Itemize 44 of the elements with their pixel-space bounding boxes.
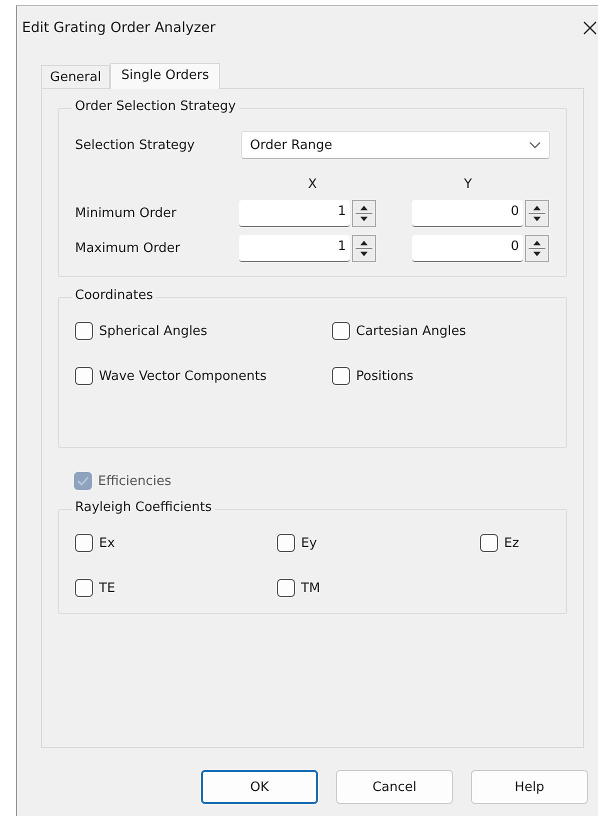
check-icon xyxy=(77,476,89,486)
strategy-dropdown[interactable]: Order Range xyxy=(241,131,550,159)
checkbox[interactable] xyxy=(480,534,498,552)
chevron-icon xyxy=(529,141,541,149)
field-label: Selection Strategy xyxy=(75,138,195,152)
checkbox-label: Ex xyxy=(99,536,115,550)
group-title: Order Selection Strategy xyxy=(72,99,239,114)
number-field[interactable]: 1 xyxy=(239,235,350,262)
checkbox[interactable] xyxy=(277,534,295,552)
column-header: Y xyxy=(463,177,473,192)
checkbox[interactable] xyxy=(332,367,350,385)
checkbox[interactable] xyxy=(332,322,350,340)
checkbox-label: TE xyxy=(99,580,116,596)
tab[interactable]: General xyxy=(41,65,110,88)
dialog-button[interactable]: Help xyxy=(471,770,588,804)
tab[interactable]: Single Orders xyxy=(110,63,220,89)
dialog-button[interactable]: OK xyxy=(201,770,318,804)
checkbox[interactable] xyxy=(75,367,93,385)
spin-buttons[interactable] xyxy=(525,200,549,227)
field-label: Maximum Order xyxy=(75,241,182,256)
group-title: Rayleigh Coefficients xyxy=(72,500,215,515)
checkbox[interactable] xyxy=(277,579,295,597)
spin-buttons[interactable] xyxy=(525,235,549,262)
number-field[interactable]: 0 xyxy=(412,200,523,227)
number-field[interactable]: 1 xyxy=(239,200,350,227)
field-label: Minimum Order xyxy=(75,206,178,221)
column-header: X xyxy=(307,177,318,192)
checkbox-label: TM xyxy=(301,580,320,596)
checkbox-label: Spherical Angles xyxy=(99,324,208,338)
number-field[interactable]: 0 xyxy=(412,235,523,262)
dialog-button[interactable]: Cancel xyxy=(336,770,453,804)
checkbox-label: Efficiencies xyxy=(98,474,172,488)
checkbox[interactable] xyxy=(75,579,93,597)
checkbox-label: Positions xyxy=(356,368,414,384)
checkbox-label: Ey xyxy=(301,536,317,550)
checkbox-label: Wave Vector Components xyxy=(99,368,267,384)
spin-buttons[interactable] xyxy=(352,200,376,227)
checkbox[interactable] xyxy=(75,322,93,340)
checkbox-label: Cartesian Angles xyxy=(356,324,466,338)
checkbox[interactable] xyxy=(75,534,93,552)
window-title: Edit Grating Order Analyzer xyxy=(22,20,216,36)
spin-buttons[interactable] xyxy=(352,235,376,262)
close-icon[interactable] xyxy=(582,20,598,36)
checkbox-label: Ez xyxy=(504,536,520,550)
